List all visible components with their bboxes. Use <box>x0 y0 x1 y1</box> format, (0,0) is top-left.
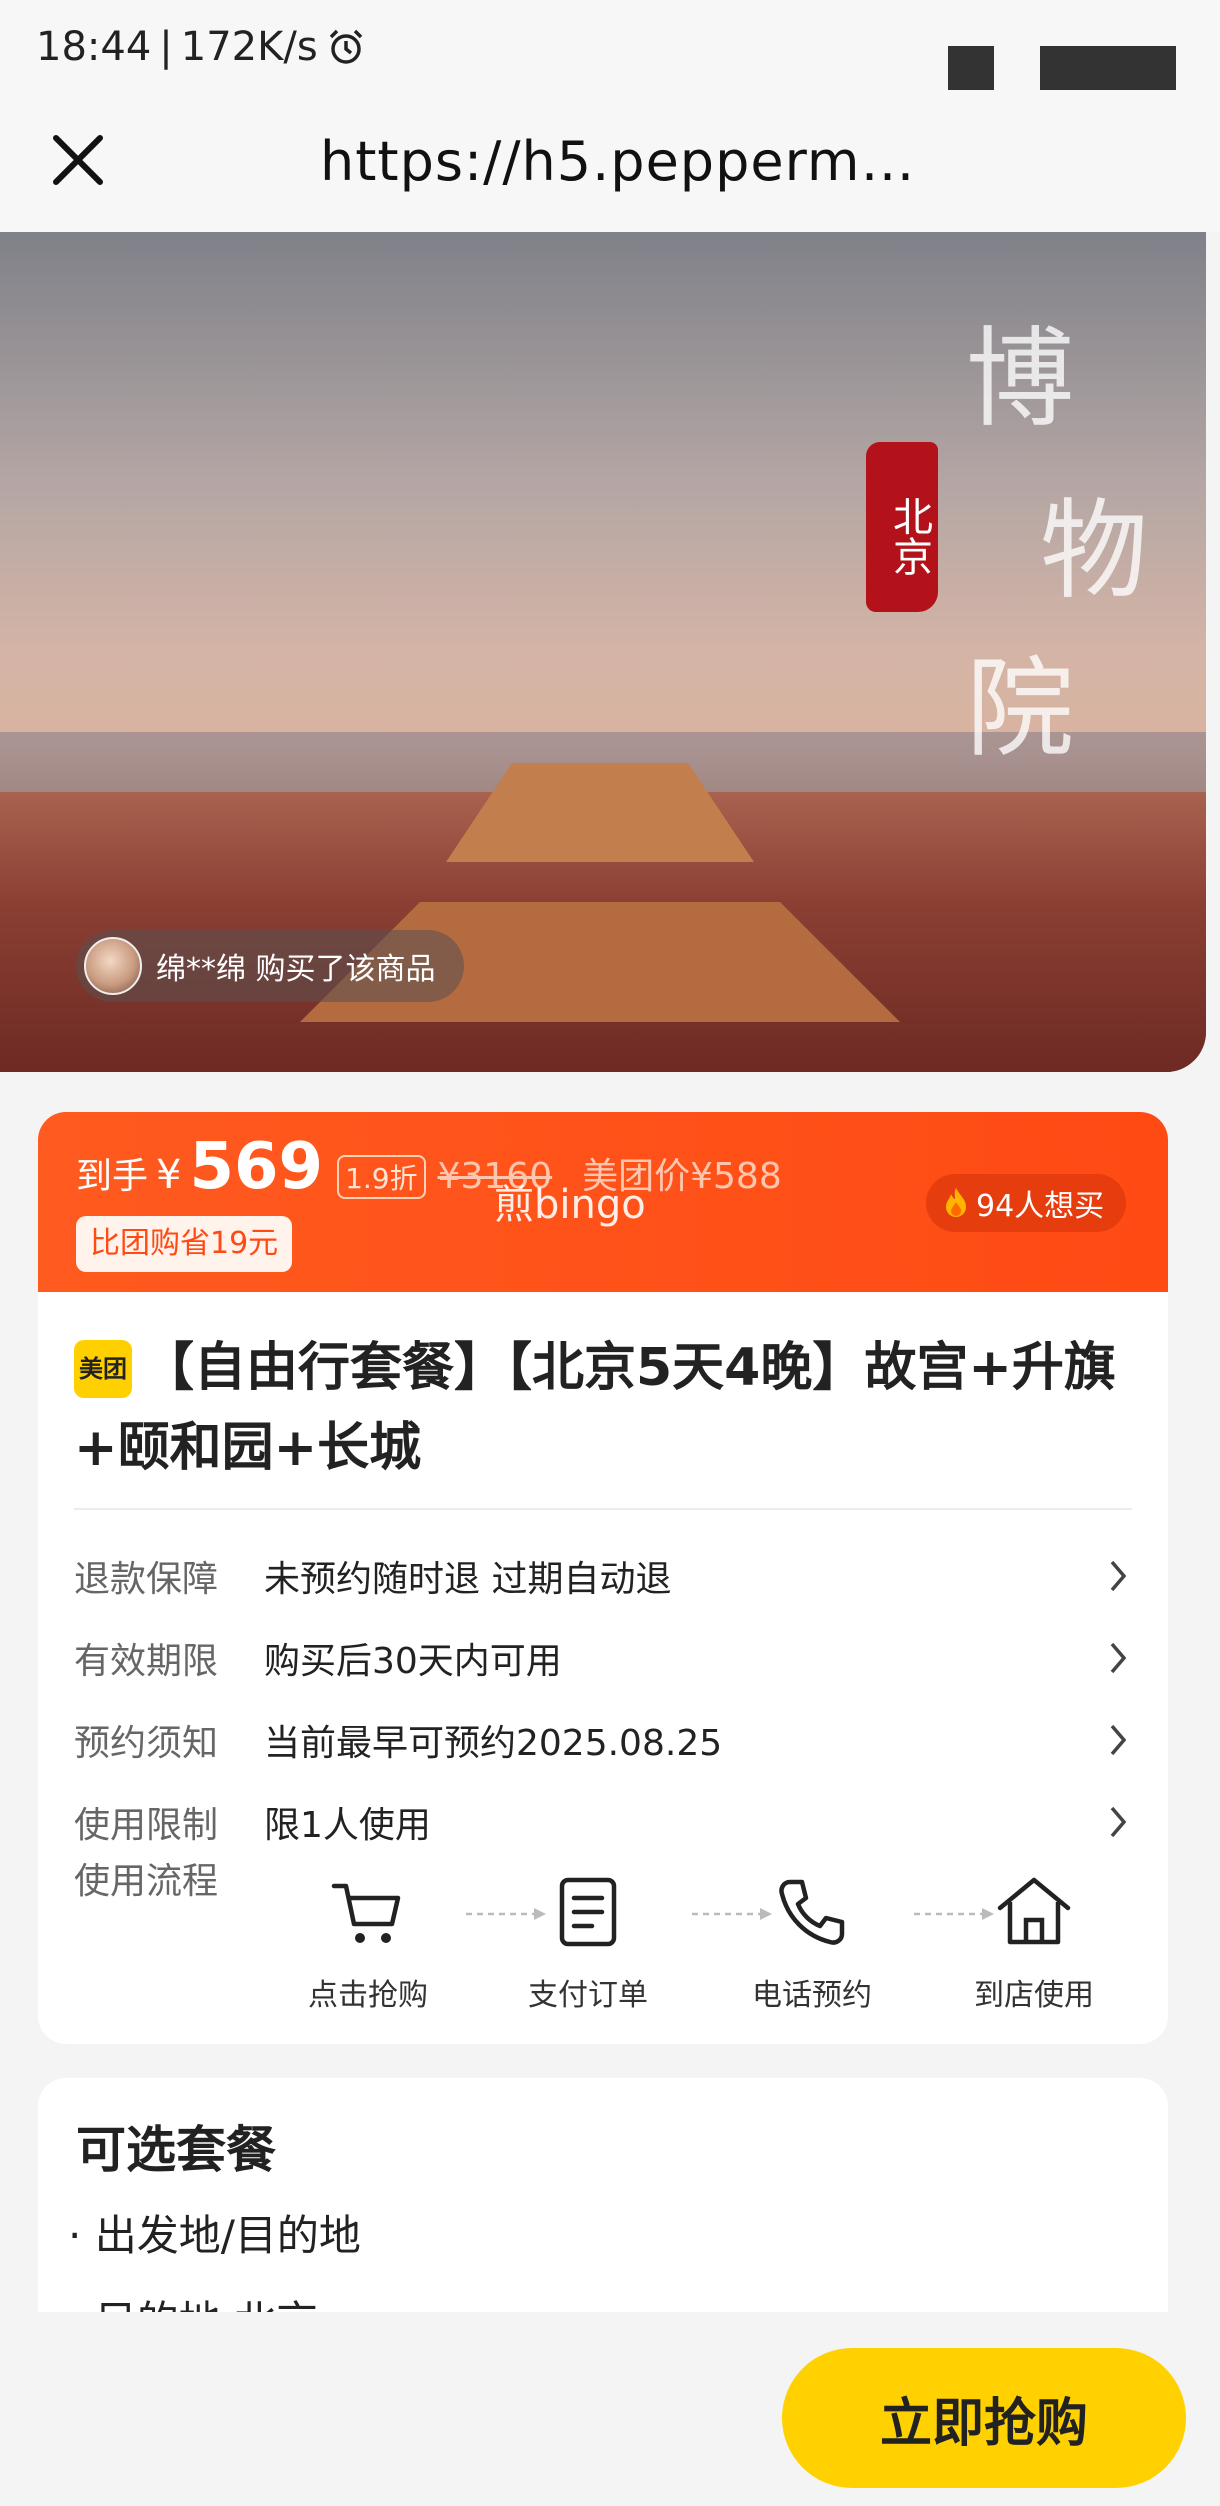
flow-step-label: 到店使用 <box>974 1978 1094 2013</box>
price-label: 到手 <box>76 1156 149 1197</box>
info-row-value: 限1人使用 <box>264 1805 431 1846</box>
browser-url-bar: https://h5.pepperm… <box>0 100 1220 232</box>
info-row-key: 有效期限 <box>74 1641 219 1682</box>
package-bullet-text: 出发地/目的地 <box>94 2211 361 2260</box>
info-row-value: 当前最早可预约2025.08.25 <box>264 1723 723 1764</box>
flow-step-label: 支付订单 <box>528 1978 648 2013</box>
recent-buyer-text: 绵**绵 购买了该商品 <box>156 952 436 987</box>
buy-now-button[interactable]: 立即抢购 <box>782 2348 1186 2488</box>
product-title: 【自由行套餐】【北京5天4晚】故宫+升旗+颐和园+长城 <box>74 1338 1116 1478</box>
status-bar: 18:44 | 172K/s <box>0 0 1220 100</box>
usage-flow-label: 使用流程 <box>74 1861 219 1902</box>
info-row-validity[interactable]: 有效期限 购买后30天内可用 <box>74 1628 1132 1688</box>
chevron-right-icon <box>1110 1642 1127 1674</box>
info-row-key: 退款保障 <box>74 1559 219 1600</box>
calligraphy-char-2: 物 <box>1040 489 1149 614</box>
home-icon <box>997 1877 1071 1945</box>
calligraphy-char-1: 博 <box>966 317 1075 442</box>
info-row-booking[interactable]: 预约须知 当前最早可预约2025.08.25 <box>74 1710 1132 1770</box>
bottom-action-bar: 立即抢购 <box>0 2312 1220 2506</box>
chevron-right-icon <box>1110 1724 1127 1756</box>
package-bullet-item[interactable]: · 出发地/目的地 <box>68 2202 361 2263</box>
flow-step-label: 点击抢购 <box>308 1978 428 2013</box>
network-speed: 172K/s <box>180 24 318 70</box>
alarm-icon <box>329 29 362 64</box>
chevron-right-icon <box>1110 1560 1127 1592</box>
watermark: 煎bingo <box>494 1182 646 1228</box>
info-row-usage-limit[interactable]: 使用限制 限1人使用 <box>74 1792 1132 1852</box>
discount-badge: 1.9折 <box>337 1155 426 1199</box>
status-time: 18:44 <box>36 24 152 70</box>
savings-badge: 比团购省19元 <box>76 1216 293 1272</box>
chevron-right-icon <box>1110 1806 1127 1838</box>
status-separator: | <box>159 24 173 70</box>
want-count-badge: 94人想买 <box>926 1174 1127 1232</box>
avatar <box>84 937 142 995</box>
redacted-battery-icon <box>1040 46 1176 90</box>
redacted-status-icon <box>948 46 994 90</box>
recent-buyer-toast: 绵**绵 购买了该商品 <box>76 930 464 1002</box>
divider <box>74 1508 1132 1510</box>
price-band: 到手 ¥ 569 1.9折 ¥3160 美团价¥588 比团购省19元 煎bin… <box>38 1112 1168 1292</box>
info-row-value: 购买后30天内可用 <box>264 1641 562 1682</box>
info-row-refund[interactable]: 退款保障 未预约随时退 过期自动退 <box>74 1546 1132 1606</box>
flow-step-buy: 点击抢购 <box>288 1872 448 2014</box>
product-info-card: 美团 【自由行套餐】【北京5天4晚】故宫+升旗+颐和园+长城 退款保障 未预约随时… <box>38 1292 1168 2044</box>
status-time-group: 18:44 | 172K/s <box>36 24 366 70</box>
page-url[interactable]: https://h5.pepperm… <box>320 130 915 193</box>
calligraphy-char-3: 院 <box>966 647 1075 772</box>
cart-icon <box>331 1883 401 1943</box>
close-icon[interactable] <box>46 128 110 192</box>
flow-step-label: 电话预约 <box>752 1978 872 2013</box>
flame-icon <box>946 1188 966 1217</box>
flow-step-call: 电话预约 <box>732 1872 892 2014</box>
flow-step-visit: 到店使用 <box>954 1872 1114 2014</box>
info-row-value: 未预约随时退 过期自动退 <box>264 1559 672 1600</box>
phone-icon <box>779 1879 845 1945</box>
price-amount: 569 <box>189 1130 324 1204</box>
document-icon <box>559 1877 617 1947</box>
info-row-key: 使用限制 <box>74 1805 219 1846</box>
price-row: 到手 ¥ 569 1.9折 ¥3160 美团价¥588 <box>76 1130 782 1204</box>
info-row-key: 预约须知 <box>74 1723 219 1764</box>
price-currency: ¥ <box>156 1152 182 1198</box>
flow-step-pay: 支付订单 <box>508 1872 668 2014</box>
beijing-seal: 北京 <box>866 442 938 612</box>
product-title-block: 美团 【自由行套餐】【北京5天4晚】故宫+升旗+颐和园+长城 <box>74 1328 1134 1488</box>
want-count: 94人想买 <box>976 1189 1105 1224</box>
package-heading: 可选套餐 <box>76 2121 276 2179</box>
meituan-logo: 美团 <box>74 1340 132 1398</box>
